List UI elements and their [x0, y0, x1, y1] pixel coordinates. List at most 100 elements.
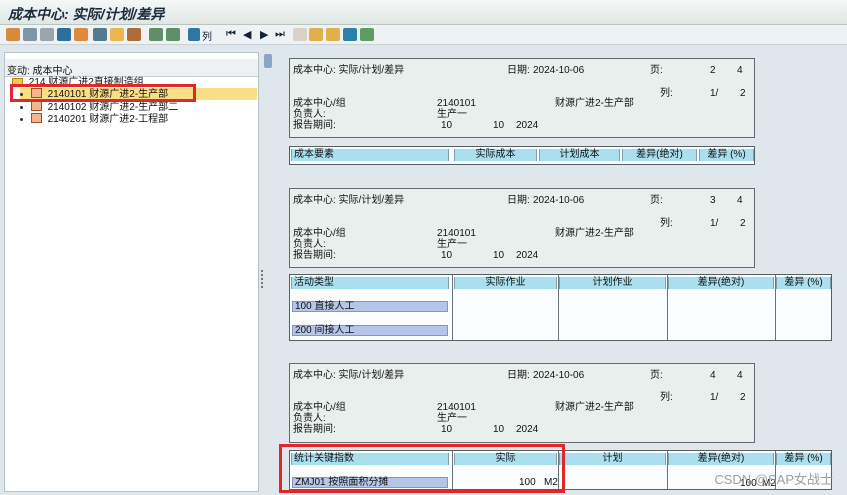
hierarchy-icon[interactable] [309, 28, 323, 41]
table-header: 差异 (%) [776, 453, 831, 465]
cost-center-label: 成本中心/组 [293, 228, 346, 239]
responsible-label: 负责人: [293, 239, 326, 250]
column-icon[interactable] [188, 28, 200, 41]
cost-center-icon [30, 113, 42, 123]
toolbar: 列 ⏮ ◀ ▶ ⏭ [0, 25, 847, 45]
column-divider [667, 275, 668, 340]
layout-icon[interactable] [57, 28, 71, 41]
column-total: 2 [740, 392, 746, 403]
responsible-value: 生产一 [437, 109, 467, 120]
period-from: 10 [441, 250, 453, 261]
column-number: 1/ [710, 218, 719, 229]
collapse-icon[interactable] [166, 28, 180, 41]
report-title: 成本中心: 实际/计划/差异 [293, 65, 405, 76]
responsible-label: 负责人: [293, 109, 326, 120]
table-header: 计划作业 [559, 277, 666, 289]
export-icon[interactable] [127, 28, 141, 41]
period-to: 10 [493, 120, 505, 131]
next-page-icon[interactable]: ▶ [260, 28, 268, 41]
tree-bullet [20, 105, 23, 109]
structure-icon[interactable] [343, 28, 357, 41]
column-number: 1/ [710, 88, 719, 99]
column-total: 2 [740, 218, 746, 229]
tree-bullet [20, 117, 23, 121]
table-header: 实际作业 [454, 277, 557, 289]
date-label: 日期: [507, 195, 530, 206]
first-page-icon[interactable]: ⏮ [226, 28, 236, 41]
activity-row-label: 100 直接人工 [292, 301, 448, 312]
copy-icon[interactable] [293, 28, 307, 41]
table-header: 成本要素 [291, 149, 449, 161]
period-from: 10 [441, 424, 453, 435]
find-icon[interactable] [110, 28, 124, 41]
period-label: 报告期间: [293, 424, 336, 435]
tree-item-label: 2140201 财源广进2-工程部 [47, 114, 169, 125]
page-total: 4 [737, 65, 743, 76]
page-number: 3 [710, 195, 716, 206]
responsible-value: 生产一 [437, 413, 467, 424]
report-date: 2024-10-06 [533, 370, 585, 381]
date-label: 日期: [507, 370, 530, 381]
column-divider [452, 275, 453, 340]
cost-center-icon [30, 101, 42, 111]
tree-item[interactable]: 2140102 财源广进2-生产部二 [20, 101, 178, 113]
date-label: 日期: [507, 65, 530, 76]
page-total: 4 [737, 370, 743, 381]
table-header: 差异(绝对) [622, 149, 697, 161]
page-number: 4 [710, 370, 716, 381]
column-divider [558, 275, 559, 340]
sort-icon[interactable] [93, 28, 107, 41]
report-date: 2024-10-06 [533, 195, 585, 206]
expand-icon[interactable] [149, 28, 163, 41]
window-title: 成本中心: 实际/计划/差异 [8, 6, 165, 22]
window-titlebar: 成本中心: 实际/计划/差异 [0, 0, 847, 25]
filter-icon[interactable] [74, 28, 88, 41]
report-year: 2024 [516, 250, 539, 261]
cost-center-code: 2140101 [437, 98, 476, 109]
column-total: 2 [740, 88, 746, 99]
table-header: 差异(绝对) [668, 277, 774, 289]
cost-element-table: 成本要素 实际成本 计划成本 差异(绝对) 差异 (%) [289, 146, 755, 165]
cost-center-name: 财源广进2-生产部 [555, 402, 634, 413]
tree-item[interactable]: 2140201 财源广进2-工程部 [20, 113, 168, 125]
column-divider [667, 451, 668, 489]
save-icon[interactable] [40, 28, 54, 41]
table-header: 计划 [559, 453, 666, 465]
report-header-page-2: 成本中心: 实际/计划/差异 日期: 2024-10-06 页: 2 4 列: … [289, 58, 755, 138]
tree-icon[interactable] [326, 28, 340, 41]
report-marker-icon [264, 54, 272, 68]
report-title: 成本中心: 实际/计划/差异 [293, 370, 405, 381]
activity-table: 活动类型 实际作业 计划作业 差异(绝对) 差异 (%) 100 直接人工 20… [289, 274, 832, 341]
cost-center-code: 2140101 [437, 402, 476, 413]
responsible-label: 负责人: [293, 413, 326, 424]
column-divider [775, 275, 776, 340]
report-year: 2024 [516, 120, 539, 131]
table-header: 计划成本 [539, 149, 620, 161]
period-to: 10 [493, 250, 505, 261]
column-label: 列: [660, 392, 673, 403]
print-icon[interactable] [23, 28, 37, 41]
period-from: 10 [441, 120, 453, 131]
cost-center-label: 成本中心/组 [293, 402, 346, 413]
table-header: 差异(绝对) [668, 453, 774, 465]
execute-icon[interactable] [6, 28, 20, 41]
last-page-icon[interactable]: ⏭ [275, 28, 285, 41]
navigation-header: 变动: 成本中心 [5, 59, 258, 77]
column-label: 列: [660, 88, 673, 99]
report-year: 2024 [516, 424, 539, 435]
cost-center-name: 财源广进2-生产部 [555, 98, 634, 109]
table-header: 活动类型 [291, 277, 449, 289]
report-date: 2024-10-06 [533, 65, 585, 76]
navigation-header-label: 变动: 成本中心 [7, 66, 73, 77]
column-number: 1/ [710, 392, 719, 403]
previous-page-icon[interactable]: ◀ [243, 28, 251, 41]
column-label[interactable]: 列 [202, 28, 212, 43]
table-header: 实际成本 [454, 149, 537, 161]
page-label: 页: [650, 370, 663, 381]
report-title: 成本中心: 实际/计划/差异 [293, 195, 405, 206]
watermark: CSDN @SAP女战士 [714, 472, 833, 487]
report-icon[interactable] [360, 28, 374, 41]
cost-center-name: 财源广进2-生产部 [555, 228, 634, 239]
period-to: 10 [493, 424, 505, 435]
report-panel: 成本中心: 实际/计划/差异 日期: 2024-10-06 页: 2 4 列: … [263, 52, 843, 492]
